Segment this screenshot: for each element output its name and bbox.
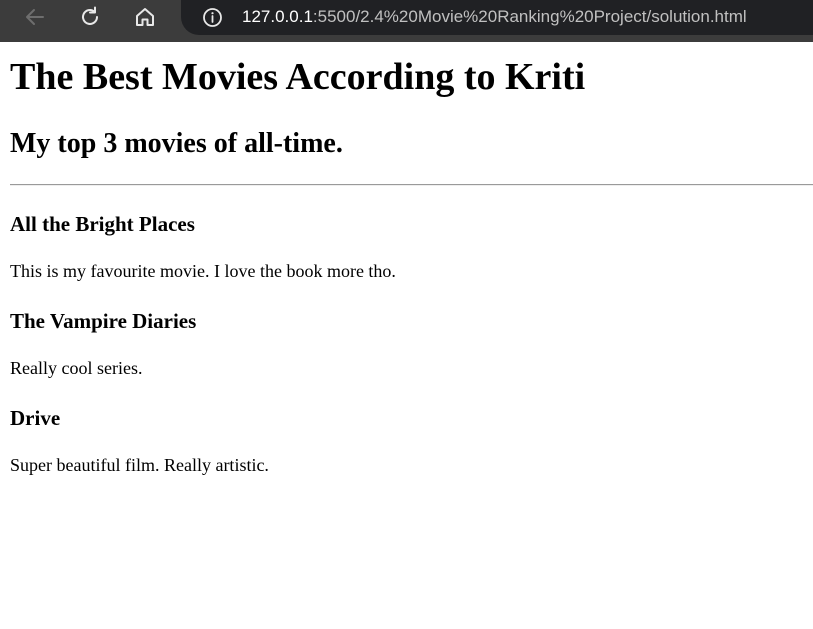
movie-description: Really cool series. <box>10 358 143 378</box>
address-bar[interactable]: 127.0.0.1:5500/2.4%20Movie%20Ranking%20P… <box>181 0 813 35</box>
movie-title: Drive <box>10 406 61 430</box>
movie-description: Super beautiful film. Really artistic. <box>10 455 269 475</box>
url-text[interactable]: 127.0.0.1:5500/2.4%20Movie%20Ranking%20P… <box>242 7 747 27</box>
reload-button[interactable] <box>73 0 107 34</box>
divider <box>10 184 813 186</box>
url-path: :5500/2.4%20Movie%20Ranking%20Project/so… <box>312 7 747 26</box>
home-icon <box>136 8 154 26</box>
movie-title: All the Bright Places <box>10 212 195 236</box>
url-host: 127.0.0.1 <box>242 7 313 26</box>
page-subtitle: My top 3 movies of all-time. <box>10 128 343 159</box>
page-content: The Best Movies According to Kriti My to… <box>0 42 813 629</box>
arrow-left-icon <box>26 9 44 25</box>
movie-title: The Vampire Diaries <box>10 309 197 333</box>
reload-icon <box>82 6 98 25</box>
movie-description: This is my favourite movie. I love the b… <box>10 261 396 281</box>
info-icon[interactable] <box>202 7 223 28</box>
page-title: The Best Movies According to Kriti <box>10 56 586 98</box>
home-button[interactable] <box>128 0 162 34</box>
browser-toolbar: 127.0.0.1:5500/2.4%20Movie%20Ranking%20P… <box>0 0 813 42</box>
back-button[interactable] <box>18 0 52 34</box>
